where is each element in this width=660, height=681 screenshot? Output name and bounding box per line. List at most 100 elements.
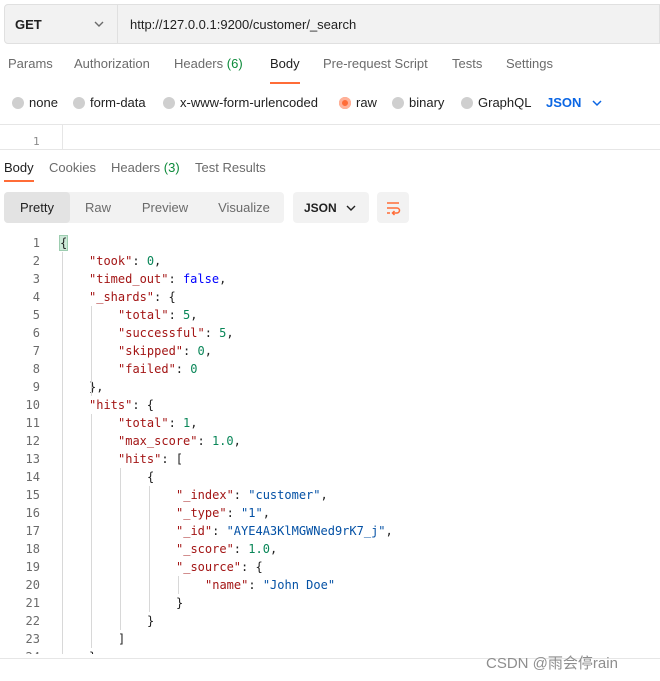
radio-label-none: none: [29, 95, 58, 110]
code-token: "hits": [89, 398, 133, 412]
radio-graphql[interactable]: [461, 97, 473, 109]
code-line-number: 14: [25, 470, 40, 484]
code-line-number: 19: [25, 560, 40, 574]
radio-label-graphql: GraphQL: [478, 95, 532, 110]
code-line-number: 16: [25, 506, 40, 520]
indent-guide: [62, 252, 63, 654]
wrap-lines-button[interactable]: [377, 192, 409, 223]
response-tab-body[interactable]: Body: [4, 160, 34, 182]
code-line-text: "_shards": {: [89, 288, 176, 306]
response-format-label: JSON: [304, 200, 337, 215]
response-tab-test-results[interactable]: Test Results: [195, 160, 266, 175]
editor-line-number: 1: [33, 135, 40, 148]
code-line-number: 20: [25, 578, 40, 592]
raw-language-dropdown[interactable]: JSON: [546, 95, 603, 110]
radio-x-www-form-urlencoded[interactable]: [163, 97, 175, 109]
view-visualize-button[interactable]: Visualize: [204, 192, 284, 223]
response-format-dropdown[interactable]: JSON: [293, 192, 369, 223]
code-token: "successful": [118, 326, 205, 340]
request-body-editor[interactable]: 1: [0, 124, 660, 150]
code-line-text: "hits": [: [118, 450, 183, 468]
indent-guide: [120, 468, 121, 630]
code-token: :: [168, 272, 183, 286]
indent-guide: [91, 414, 92, 648]
code-line-number: 6: [32, 326, 40, 340]
code-line-text: "_type": "1",: [176, 504, 270, 522]
chevron-down-icon: [592, 99, 602, 106]
code-token: :: [168, 308, 184, 322]
code-line-number: 5: [32, 308, 40, 322]
code-line-number: 12: [25, 434, 40, 448]
radio-binary[interactable]: [392, 97, 404, 109]
response-tab-headers[interactable]: Headers (3): [111, 160, 180, 175]
code-token: ,: [204, 344, 212, 358]
code-token: }: [147, 614, 155, 628]
code-token: ,: [269, 542, 278, 556]
radio-label-raw: raw: [356, 95, 377, 110]
indent-guide: [91, 306, 92, 396]
radio-raw[interactable]: [339, 97, 351, 109]
view-raw-button[interactable]: Raw: [70, 192, 126, 223]
code-token: "_source": [176, 560, 242, 574]
tab-tests[interactable]: Tests: [452, 56, 482, 71]
code-token: "hits": [118, 452, 162, 466]
code-token: :: [212, 524, 227, 538]
code-line-number: 2: [32, 254, 40, 268]
tab-label: Pre-request Script: [323, 56, 428, 71]
code-line-number: 10: [25, 398, 40, 412]
tab-settings[interactable]: Settings: [506, 56, 553, 71]
code-line-number: 22: [25, 614, 40, 628]
code-line-text: }: [89, 648, 96, 654]
code-line-text: "_id": "AYE4A3KlMGWNed9rK7_j",: [176, 522, 393, 540]
request-url-bar: GET http://127.0.0.1:9200/customer/_sear…: [4, 4, 660, 44]
code-line-number: 21: [25, 596, 40, 610]
tab-label: Body: [270, 56, 300, 71]
code-line-text: "total": 1,: [118, 414, 198, 432]
tab-body[interactable]: Body: [270, 56, 300, 84]
code-token: ,: [190, 416, 198, 430]
view-pretty-button[interactable]: Pretty: [4, 192, 70, 223]
code-token: "timed_out": [89, 272, 169, 286]
tab-pre-request-script[interactable]: Pre-request Script: [323, 56, 428, 71]
response-body-viewer[interactable]: 1 {2 "took": 0, 3 "timed_out": false, 4 "_shar…: [0, 234, 660, 654]
code-token: "customer": [248, 488, 321, 502]
code-token: :: [183, 344, 198, 358]
code-token: :: [197, 434, 212, 448]
chevron-down-icon: [94, 21, 104, 27]
radio-label-binary: binary: [409, 95, 445, 110]
method-select[interactable]: GET: [4, 4, 118, 44]
code-token: 1.0: [248, 542, 270, 556]
code-token: "AYE4A3KlMGWNed9rK7_j": [226, 524, 386, 538]
code-line-number: 13: [25, 452, 40, 466]
code-token: {: [58, 235, 69, 251]
code-line-number: 8: [32, 362, 40, 376]
tab-label: Body: [4, 160, 34, 175]
code-line-text: "total": 5,: [118, 306, 198, 324]
code-token: "failed": [118, 362, 176, 376]
view-preview-button[interactable]: Preview: [126, 192, 204, 223]
code-token: ,: [190, 308, 198, 322]
response-tab-cookies[interactable]: Cookies: [49, 160, 96, 175]
radio-form-data[interactable]: [73, 97, 85, 109]
tab-params[interactable]: Params: [8, 56, 53, 71]
code-token: :: [175, 362, 191, 376]
tab-headers[interactable]: Headers (6): [174, 56, 243, 71]
radio-label-urlencoded: x-www-form-urlencoded: [180, 95, 318, 110]
code-token: : {: [154, 290, 176, 304]
code-line-text: "took": 0,: [89, 252, 161, 270]
code-token: "max_score": [118, 434, 198, 448]
tab-authorization[interactable]: Authorization: [74, 56, 150, 71]
active-tab-underline: [4, 180, 34, 182]
radio-label-form-data: form-data: [90, 95, 146, 110]
url-input[interactable]: http://127.0.0.1:9200/customer/_search: [118, 4, 660, 44]
radio-none[interactable]: [12, 97, 24, 109]
code-line-text: "_source": {: [176, 558, 263, 576]
code-token: :: [204, 326, 220, 340]
code-line-text: "max_score": 1.0,: [118, 432, 241, 450]
tab-label: Headers: [174, 56, 224, 71]
code-line-number: 24: [0, 648, 40, 654]
tab-count: (6): [226, 56, 243, 71]
code-token: :: [132, 254, 147, 268]
code-token: "total": [118, 308, 169, 322]
code-line-text: }: [176, 594, 183, 612]
